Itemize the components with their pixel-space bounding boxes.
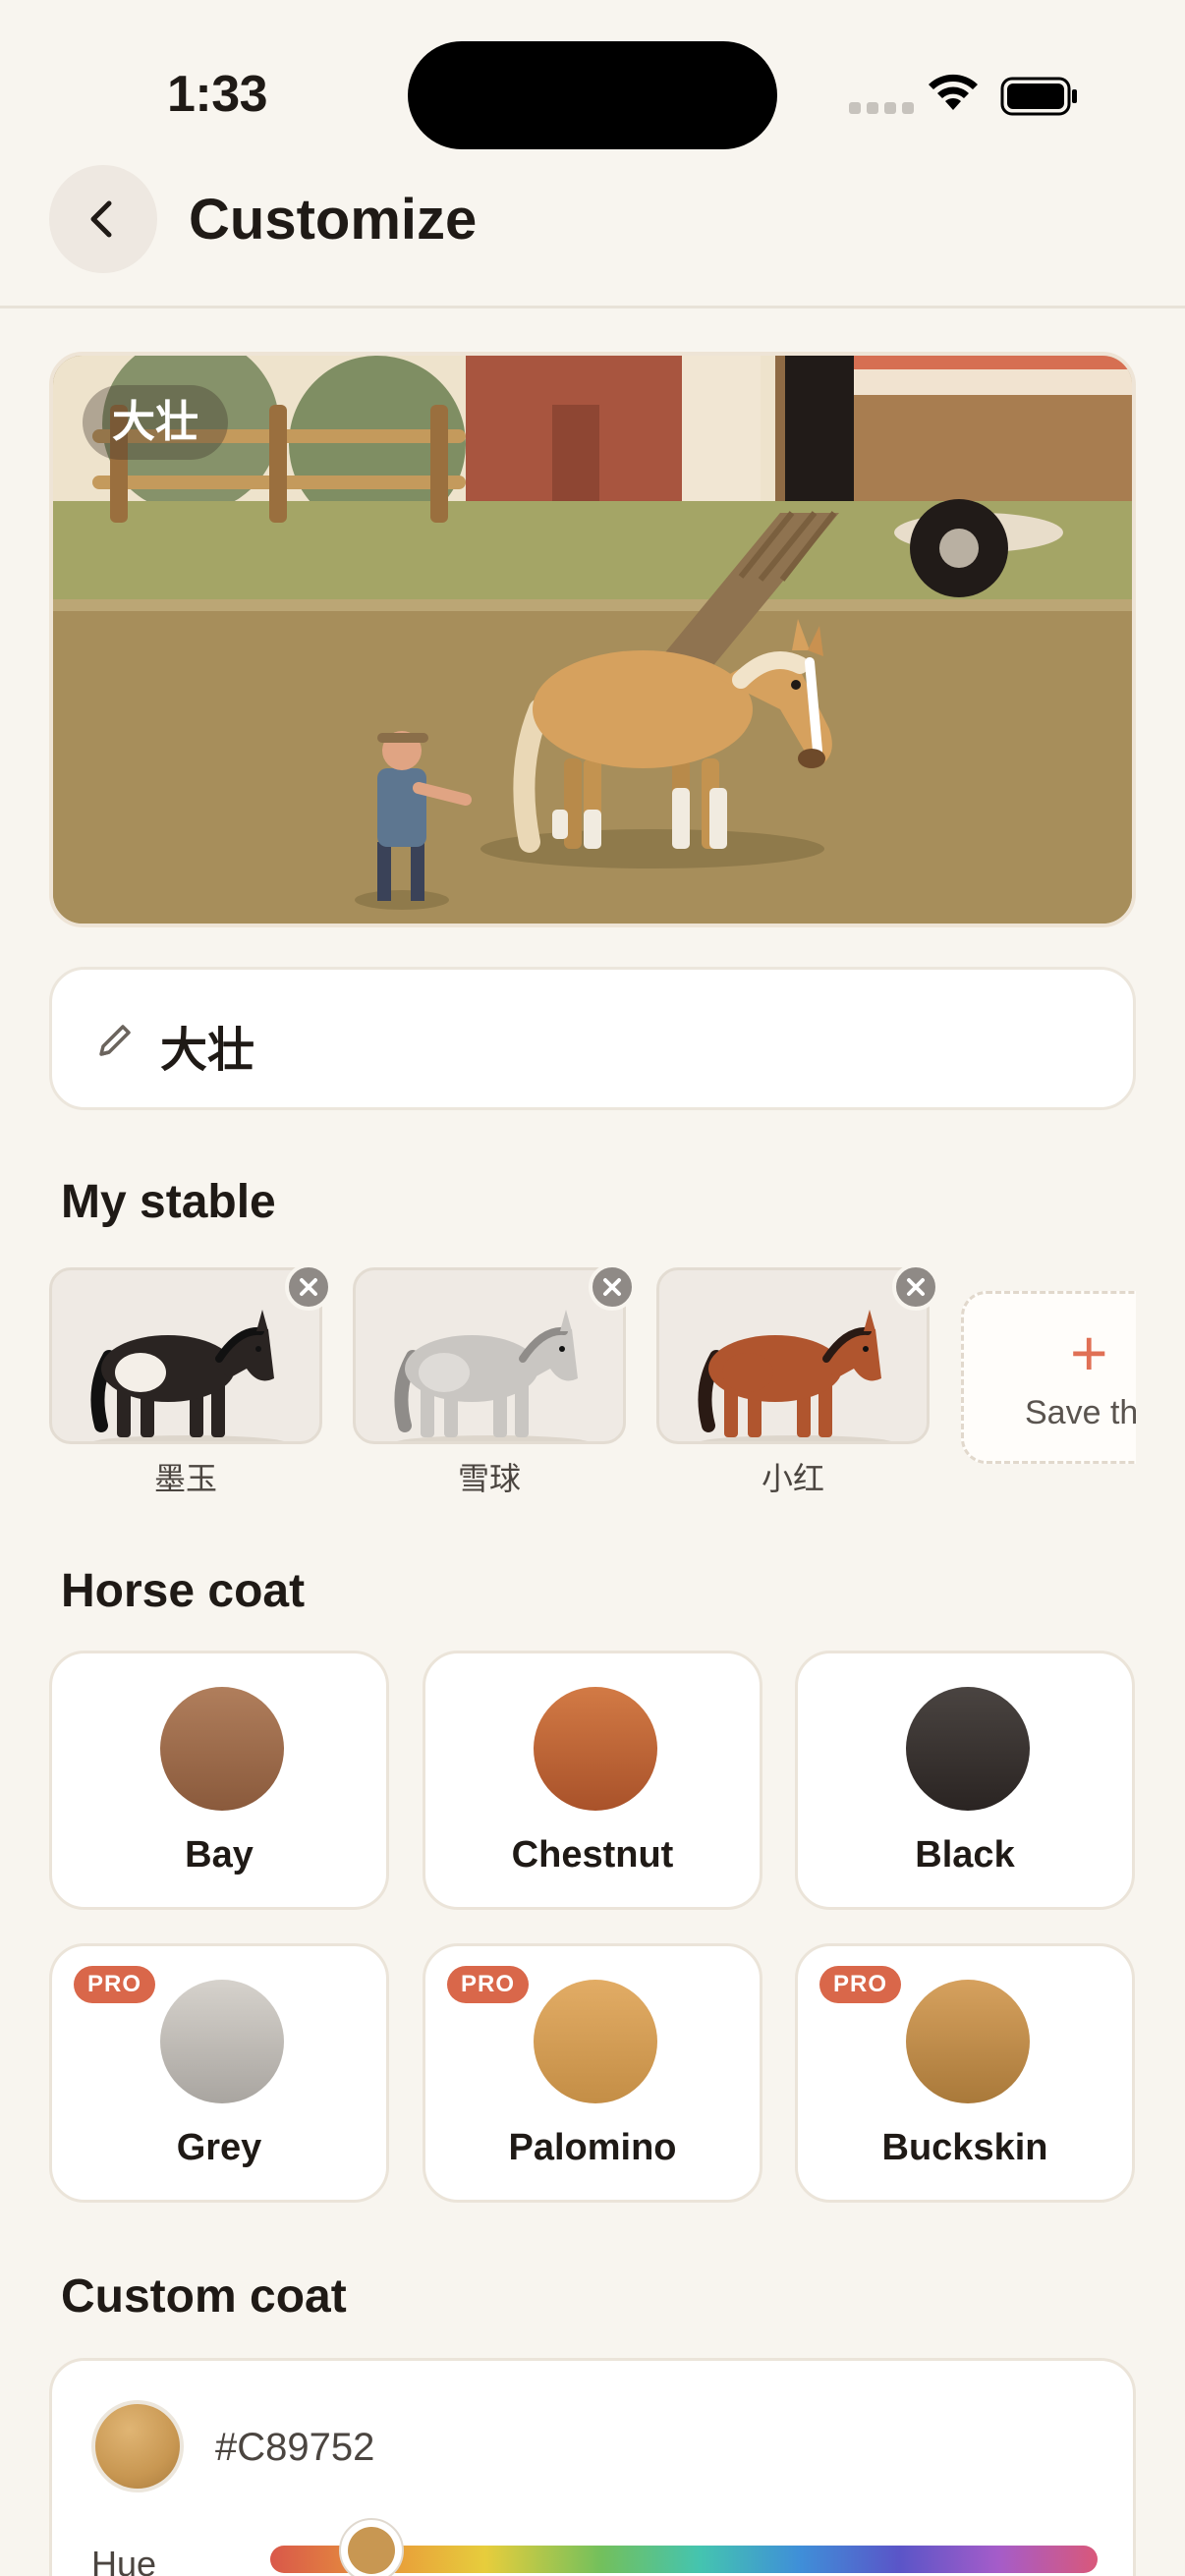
coat-swatch	[160, 1980, 284, 2103]
horse-name-chip: 大壮	[83, 385, 228, 460]
remove-horse-button[interactable]	[285, 1267, 332, 1311]
coat-option-bay[interactable]: Bay	[49, 1651, 389, 1910]
coat-swatch	[906, 1980, 1030, 2103]
coat-option-chestnut[interactable]: Chestnut	[423, 1651, 762, 1910]
coat-name: Bay	[185, 1834, 254, 1876]
coat-name: Palomino	[508, 2127, 677, 2168]
horse-thumbnail	[394, 1310, 588, 1441]
chevron-left-icon	[90, 200, 112, 238]
coat-name: Black	[915, 1834, 1015, 1876]
custom-coat-card: #C89752 Hue	[49, 2358, 1136, 2576]
horse-thumbnail	[698, 1310, 891, 1441]
coat-option-buckskin[interactable]: PRO Buckskin	[795, 1943, 1135, 2203]
pencil-icon	[99, 1025, 131, 1056]
pro-badge: PRO	[819, 1966, 902, 2003]
remove-horse-button[interactable]	[589, 1267, 636, 1311]
coat-swatch	[534, 1980, 657, 2103]
coat-swatch	[534, 1687, 657, 1811]
pro-badge: PRO	[74, 1966, 156, 2003]
coat-option-grey[interactable]: PRO Grey	[49, 1943, 389, 2203]
horse-preview: 大壮	[49, 352, 1136, 927]
wifi-icon	[929, 74, 978, 110]
close-icon	[907, 1278, 925, 1296]
coat-option-palomino[interactable]: PRO Palomino	[423, 1943, 762, 2203]
coat-option-black[interactable]: Black	[795, 1651, 1135, 1910]
horse-name-value: 大壮	[160, 1025, 255, 1077]
coat-swatch	[906, 1687, 1030, 1811]
horse-coat-section-title: Horse coat	[61, 1565, 306, 1617]
stable-horse-card[interactable]	[656, 1267, 930, 1444]
back-button[interactable]	[49, 165, 157, 273]
save-horse-label: Save th	[1025, 1394, 1136, 1431]
coat-name: Buckskin	[881, 2127, 1048, 2168]
remove-horse-button[interactable]	[892, 1267, 939, 1311]
hue-label: Hue	[91, 2544, 157, 2576]
custom-hex-value[interactable]: #C89752	[215, 2426, 374, 2470]
horse-thumbnail	[90, 1310, 284, 1441]
status-bar: 1:33	[0, 0, 1185, 149]
stable-horse-name: 小红	[761, 1461, 824, 1496]
stable-horse-name: 墨玉	[153, 1461, 217, 1496]
custom-color-swatch[interactable]	[91, 2400, 184, 2492]
page-title: Customize	[189, 188, 478, 252]
hue-slider-thumb[interactable]	[330, 2509, 413, 2576]
dynamic-island	[408, 41, 777, 149]
horse-name-input[interactable]: 大壮	[49, 967, 1136, 1110]
stable-horse-name: 雪球	[457, 1461, 521, 1496]
coat-name: Chestnut	[511, 1834, 674, 1876]
close-icon	[603, 1278, 621, 1296]
navigation-header: Customize	[0, 157, 1185, 308]
cellular-signal-icon	[849, 102, 914, 114]
status-time: 1:33	[167, 66, 268, 123]
stable-horse-card[interactable]	[49, 1267, 322, 1444]
pro-badge: PRO	[447, 1966, 530, 2003]
plus-icon: +	[1070, 1316, 1108, 1389]
stable-horse-card[interactable]	[353, 1267, 626, 1444]
coat-swatch	[160, 1687, 284, 1811]
save-horse-button[interactable]: + Save th	[961, 1291, 1136, 1464]
battery-icon	[1000, 77, 1077, 116]
custom-coat-section-title: Custom coat	[61, 2270, 347, 2323]
stable-section-title: My stable	[61, 1176, 276, 1228]
stable-list: 墨玉 雪球 小红 + Save th	[49, 1267, 1136, 1503]
close-icon	[300, 1278, 317, 1296]
coat-name: Grey	[176, 2127, 262, 2168]
